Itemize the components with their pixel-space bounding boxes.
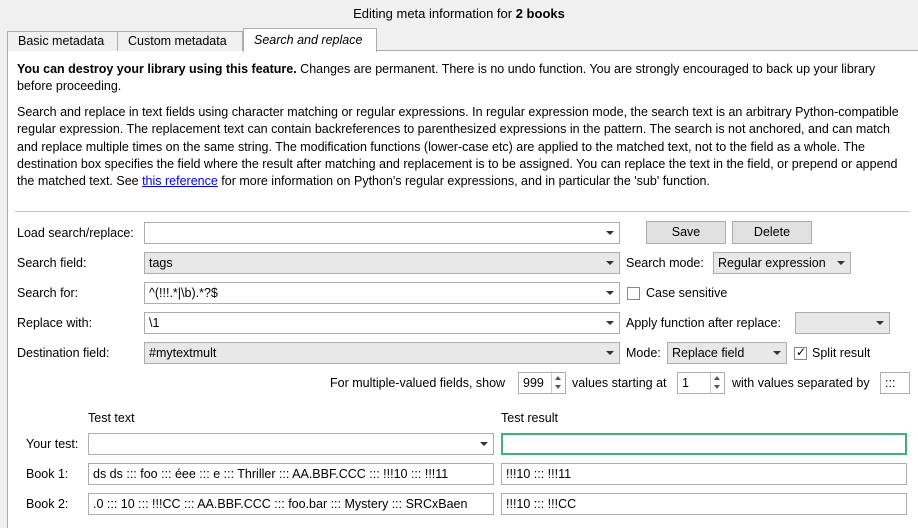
search-field-value: tags xyxy=(149,256,173,270)
multi-label-show: For multiple-valued fields, show xyxy=(330,376,506,390)
chevron-down-icon xyxy=(601,223,619,243)
mode-label: Mode: xyxy=(626,346,661,360)
search-mode-value: Regular expression xyxy=(718,256,826,270)
search-for-label: Search for: xyxy=(17,286,79,300)
load-label: Load search/replace: xyxy=(17,226,134,240)
chevron-down-icon xyxy=(601,343,619,363)
separator-value: ::: xyxy=(885,376,896,390)
replace-with-label: Replace with: xyxy=(17,316,93,330)
multi-label-start: values starting at xyxy=(572,376,667,390)
chevron-down-icon xyxy=(871,313,889,333)
book2-text-value: .0 ::: 10 ::: !!!CC ::: AA.BBF.CCC ::: f… xyxy=(93,497,468,511)
chevron-down-icon xyxy=(601,283,619,303)
book1-label: Book 1: xyxy=(26,467,69,481)
split-result-label: Split result xyxy=(812,346,871,360)
book2-label: Book 2: xyxy=(26,497,69,511)
search-for-input[interactable]: ^(!!!.*|\b).*?$ xyxy=(144,282,620,304)
case-sensitive-label: Case sensitive xyxy=(646,286,728,300)
book1-result-value: !!!10 ::: !!!11 xyxy=(506,467,572,481)
help-text: Search and replace in text fields using … xyxy=(17,104,909,190)
test-result-header: Test result xyxy=(501,411,558,425)
warning-bold: You can destroy your library using this … xyxy=(17,62,297,76)
tab-search-and-replace[interactable]: Search and replace xyxy=(243,28,377,52)
spin-up-icon[interactable] xyxy=(710,373,724,383)
destination-combo[interactable]: #mytextmult xyxy=(144,342,620,364)
your-test-result[interactable] xyxy=(501,433,907,455)
chevron-down-icon xyxy=(832,253,850,273)
book1-result[interactable]: !!!10 ::: !!!11 xyxy=(501,463,907,485)
chevron-down-icon xyxy=(475,434,493,454)
split-result-checkbox[interactable] xyxy=(794,345,807,360)
spin-down-icon[interactable] xyxy=(551,383,565,393)
chevron-down-icon xyxy=(601,313,619,333)
book1-text[interactable]: ds ds ::: foo ::: éee ::: e ::: Thriller… xyxy=(88,463,494,485)
mode-value: Replace field xyxy=(672,346,745,360)
book2-result[interactable]: !!!10 ::: !!!CC xyxy=(501,493,907,515)
window-title-count: 2 books xyxy=(515,6,565,21)
book2-result-value: !!!10 ::: !!!CC xyxy=(506,497,577,511)
chevron-down-icon xyxy=(601,253,619,273)
spin-down-icon[interactable] xyxy=(710,383,724,393)
separator xyxy=(15,211,910,212)
your-test-input[interactable] xyxy=(88,433,494,455)
search-field-combo[interactable]: tags xyxy=(144,252,620,274)
window-title: Editing meta information for 2 books xyxy=(0,0,918,28)
book1-text-value: ds ds ::: foo ::: éee ::: e ::: Thriller… xyxy=(93,467,449,481)
search-field-label: Search field: xyxy=(17,256,87,270)
spin-up-icon[interactable] xyxy=(551,373,565,383)
case-sensitive-checkbox[interactable] xyxy=(627,287,640,300)
multi-label-sep: with values separated by xyxy=(732,376,870,390)
help-after-link: for more information on Python's regular… xyxy=(217,174,710,189)
multi-show-value: 999 xyxy=(523,376,544,390)
mode-combo[interactable]: Replace field xyxy=(667,342,787,364)
load-combo[interactable] xyxy=(144,222,620,244)
save-button[interactable]: Save xyxy=(646,221,726,244)
replace-with-input[interactable]: \1 xyxy=(144,312,620,334)
replace-with-value: \1 xyxy=(149,316,160,330)
delete-button[interactable]: Delete xyxy=(732,221,812,244)
multi-show-spinbox[interactable]: 999 xyxy=(518,372,566,394)
save-label: Save xyxy=(671,225,701,239)
delete-label: Delete xyxy=(753,225,791,239)
tab-custom-metadata[interactable]: Custom metadata xyxy=(117,31,243,51)
chevron-down-icon xyxy=(768,343,786,363)
book2-text[interactable]: .0 ::: 10 ::: !!!CC ::: AA.BBF.CCC ::: f… xyxy=(88,493,494,515)
separator-input[interactable]: ::: xyxy=(880,372,910,394)
multi-start-value: 1 xyxy=(682,376,689,390)
destination-label: Destination field: xyxy=(17,346,110,360)
multi-start-spinbox[interactable]: 1 xyxy=(677,372,725,394)
your-test-label: Your test: xyxy=(26,437,79,451)
destination-value: #mytextmult xyxy=(149,346,217,360)
reference-link[interactable]: this reference xyxy=(142,174,218,188)
tab-bar: Basic metadata Custom metadata Search an… xyxy=(0,28,918,52)
test-text-header: Test text xyxy=(88,411,135,425)
apply-function-combo[interactable] xyxy=(795,312,890,334)
window-title-prefix: Editing meta information for xyxy=(353,6,516,21)
tab-basic-metadata[interactable]: Basic metadata xyxy=(7,31,118,51)
search-for-value: ^(!!!.*|\b).*?$ xyxy=(149,286,218,300)
warning-text: You can destroy your library using this … xyxy=(17,61,907,94)
apply-function-label: Apply function after replace: xyxy=(626,316,781,330)
search-mode-label: Search mode: xyxy=(626,256,704,270)
search-mode-combo[interactable]: Regular expression xyxy=(713,252,851,274)
